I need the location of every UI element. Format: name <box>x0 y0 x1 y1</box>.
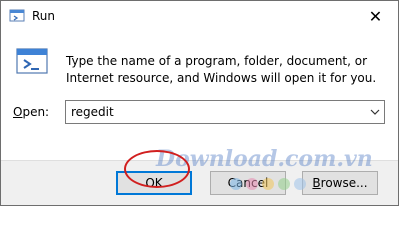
chevron-down-icon[interactable] <box>366 101 384 123</box>
cancel-button[interactable]: Cancel <box>210 171 286 195</box>
open-label: Open: <box>13 105 49 119</box>
button-bar: OK Cancel Browse... <box>1 160 398 205</box>
browse-access-key: B <box>312 176 321 190</box>
run-dialog: Run ✕ Type the name of a program, folder… <box>0 0 399 206</box>
title-bar[interactable]: Run ✕ <box>1 1 398 31</box>
open-input[interactable]: regedit <box>71 105 114 119</box>
open-label-text: pen: <box>22 105 50 119</box>
window-title: Run <box>32 9 56 23</box>
browse-label: rowse... <box>320 176 368 190</box>
browse-button[interactable]: Browse... <box>302 171 378 195</box>
run-icon <box>9 8 25 24</box>
dialog-content: Type the name of a program, folder, docu… <box>1 31 398 160</box>
run-program-icon <box>15 45 49 79</box>
open-combobox[interactable]: regedit <box>65 100 385 124</box>
close-icon[interactable]: ✕ <box>353 1 398 31</box>
ok-button[interactable]: OK <box>116 171 192 195</box>
dialog-description: Type the name of a program, folder, docu… <box>66 54 377 85</box>
